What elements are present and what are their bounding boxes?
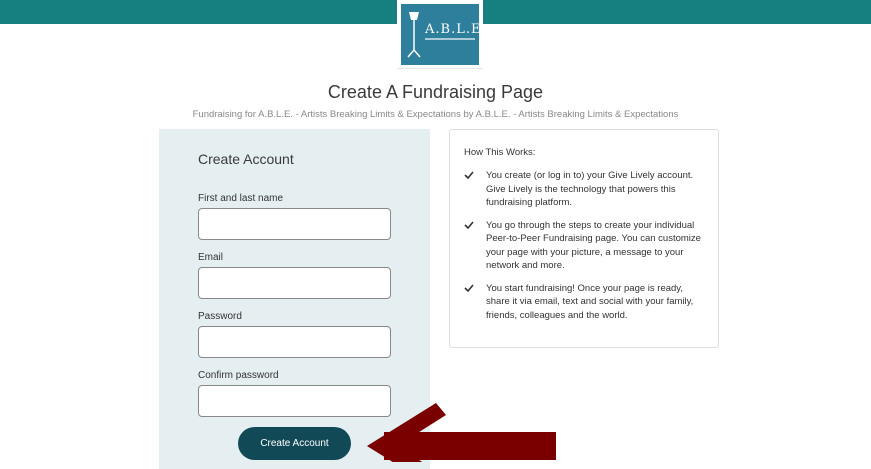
arrow-icon [367,403,556,462]
